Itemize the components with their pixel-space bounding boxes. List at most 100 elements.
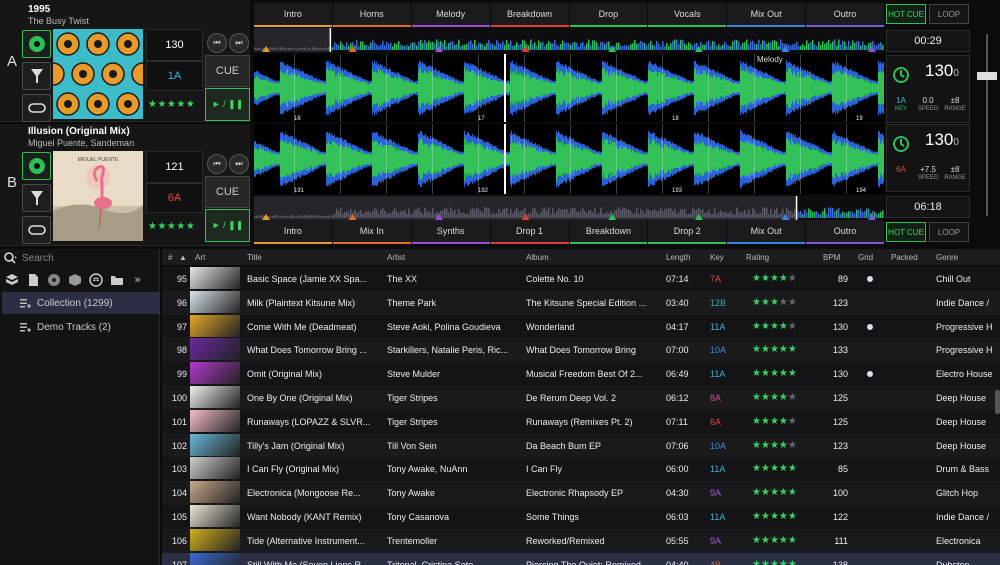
crossfader-handle[interactable] — [977, 72, 997, 80]
table-row[interactable]: 103 I Can Fly (Original Mix) Tony Awake, N… — [162, 457, 1000, 482]
deck-b-cue-5[interactable]: Drop 2 — [648, 220, 727, 244]
cell-rating[interactable]: ★★★★★ — [752, 344, 797, 355]
deck-b-hot-cue-button[interactable]: HOT CUE — [886, 222, 926, 242]
crate-item-0[interactable]: Collection (1299) — [2, 292, 160, 314]
cell-rating[interactable]: ★★★★★ — [752, 535, 797, 546]
column-header-[interactable]: # — [168, 253, 172, 262]
cell-rating[interactable]: ★★★★★ — [752, 559, 797, 565]
table-row[interactable]: 107 Still With Me (Seven Lions R... Triton… — [162, 552, 1000, 565]
more-icon[interactable]: » — [130, 273, 145, 288]
deck-a-speed-cell[interactable]: 0.0 SPEED — [915, 96, 941, 112]
table-row[interactable]: 99 Omit (Original Mix) Steve Mulder Musical… — [162, 362, 1000, 387]
library-search[interactable]: Search — [4, 251, 158, 265]
deck-a-sync-button[interactable] — [890, 64, 912, 86]
deck-a-prev-button[interactable]: ⏮ — [207, 33, 227, 53]
column-header-art[interactable]: Art — [195, 253, 205, 262]
deck-a-overview[interactable] — [254, 28, 884, 52]
crossfader-slider[interactable] — [974, 28, 1000, 222]
deck-b-cue-4[interactable]: Breakdown — [569, 220, 648, 244]
deck-a-range-cell[interactable]: ±8 RANGE — [942, 96, 968, 112]
table-row[interactable]: 102 Tilly's Jam (Original Mix) Till Von Se… — [162, 433, 1000, 458]
deck-b-prev-button[interactable]: ⏮ — [207, 154, 227, 174]
deck-a-cue-1[interactable]: Horns — [332, 3, 411, 27]
deck-b-cue-6[interactable]: Mix Out — [727, 220, 806, 244]
deck-b-waveform[interactable]: 191 192 193 194 — [254, 124, 884, 194]
table-row[interactable]: 106 Tide (Alternative Instrument... Trente… — [162, 528, 1000, 553]
deck-b-cue-1[interactable]: Mix In — [332, 220, 411, 244]
column-header-artist[interactable]: Artist — [387, 253, 405, 262]
music-icon[interactable] — [46, 273, 61, 288]
cell-rating[interactable]: ★★★★★ — [752, 368, 797, 379]
deck-b-overview[interactable] — [254, 196, 884, 220]
table-row[interactable]: 97 Come With Me (Deadmeat) Steve Aoki, Pol… — [162, 314, 1000, 339]
column-header-genre[interactable]: Genre — [936, 253, 958, 262]
deck-a-cue-0[interactable]: Intro — [254, 3, 332, 27]
deck-b-cue-0[interactable]: Intro — [254, 220, 332, 244]
table-row[interactable]: 96 Milk (Plaintext Kitsune Mix) Theme Park… — [162, 290, 1000, 315]
cell-rating[interactable]: ★★★★★ — [752, 392, 797, 403]
deck-a-waveform[interactable]: 16 17 18 19 Melody — [254, 54, 884, 122]
table-row[interactable]: 100 One By One (Original Mix) Tiger Stripe… — [162, 386, 1000, 410]
deck-b-cue-button[interactable]: CUE — [205, 176, 250, 208]
column-header-rating[interactable]: Rating — [746, 253, 769, 262]
folder-icon[interactable] — [109, 273, 124, 288]
cell-rating[interactable]: ★★★★★ — [752, 511, 797, 522]
deck-a-next-button[interactable]: ⏭ — [229, 33, 249, 53]
deck-a-cue-5[interactable]: Vocals — [648, 3, 727, 27]
deck-b-rating[interactable]: ★★★★★ — [148, 221, 195, 232]
deck-a-play-pause-button[interactable]: ► / ❚❚ — [205, 88, 250, 121]
deck-b-key-cell[interactable]: 6A — [888, 165, 914, 174]
deck-a-cue-6[interactable]: Mix Out — [727, 3, 806, 27]
deck-a-cue-2[interactable]: Melody — [411, 3, 490, 27]
deck-a-cue-4[interactable]: Drop — [569, 3, 648, 27]
column-header-grid[interactable]: Grid — [858, 253, 873, 262]
table-row[interactable]: 95 Basic Space (Jamie XX Spa... The XX Cole… — [162, 267, 1000, 291]
streaming-icon[interactable] — [88, 273, 103, 288]
column-header-bpm[interactable]: BPM — [823, 253, 840, 262]
deck-a-loop-button[interactable] — [22, 94, 51, 122]
column-header-length[interactable]: Length — [666, 253, 690, 262]
deck-b-loop-mode-button[interactable]: LOOP — [929, 222, 969, 242]
deck-b-range-cell[interactable]: ±8 RANGE — [942, 165, 968, 181]
deck-a-vinyl-button[interactable] — [22, 30, 51, 58]
deck-a-cue-7[interactable]: Outro — [806, 3, 884, 27]
deck-a-cue-3[interactable]: Breakdown — [490, 3, 569, 27]
collection-icon[interactable] — [4, 273, 19, 288]
cell-rating[interactable]: ★★★★★ — [752, 273, 797, 284]
package-icon[interactable] — [67, 273, 82, 288]
column-header-title[interactable]: Title — [247, 253, 262, 262]
column-header-key[interactable]: Key — [710, 253, 724, 262]
deck-a-hot-cue-button[interactable]: HOT CUE — [886, 4, 926, 24]
deck-b-cue-7[interactable]: Outro — [806, 220, 884, 244]
deck-b-play-pause-button[interactable]: ► / ❚❚ — [205, 209, 250, 242]
sort-ascending-icon[interactable]: ▲ — [179, 253, 187, 262]
cell-rating[interactable]: ★★★★★ — [752, 321, 797, 332]
deck-a-cue-button[interactable]: CUE — [205, 55, 250, 87]
deck-b-vinyl-button[interactable] — [22, 152, 51, 180]
column-header-packed[interactable]: Packed — [891, 253, 918, 262]
deck-a-filter-button[interactable] — [22, 62, 51, 90]
deck-b-loop-button[interactable] — [22, 216, 51, 244]
table-row[interactable]: 104 Electronica (Mongoose Re... Tony Awake… — [162, 481, 1000, 506]
deck-a-loop-mode-button[interactable]: LOOP — [929, 4, 969, 24]
deck-b-filter-button[interactable] — [22, 184, 51, 212]
cell-rating[interactable]: ★★★★★ — [752, 440, 797, 451]
deck-b-next-button[interactable]: ⏭ — [229, 154, 249, 174]
cell-rating[interactable]: ★★★★★ — [752, 416, 797, 427]
deck-a-rating[interactable]: ★★★★★ — [148, 99, 195, 110]
table-scrollbar[interactable] — [995, 390, 1000, 414]
column-header-album[interactable]: Album — [526, 253, 549, 262]
crate-item-1[interactable]: Demo Tracks (2) — [2, 316, 160, 338]
file-icon[interactable] — [25, 273, 40, 288]
deck-b-sync-button[interactable] — [890, 133, 912, 155]
table-row[interactable]: 105 Want Nobody (KANT Remix) Tony Casanova… — [162, 505, 1000, 529]
deck-a-key-cell[interactable]: 1A KEY — [888, 96, 914, 112]
deck-b-cue-3[interactable]: Drop 1 — [490, 220, 569, 244]
cell-rating[interactable]: ★★★★★ — [752, 487, 797, 498]
deck-b-speed-cell[interactable]: +7.5 SPEED — [915, 165, 941, 181]
table-row[interactable]: 101 Runaways (LOPAZZ & SLVR... Tiger Strip… — [162, 409, 1000, 434]
cell-rating[interactable]: ★★★★★ — [752, 463, 797, 474]
cell-rating[interactable]: ★★★★★ — [752, 297, 797, 308]
deck-b-cue-2[interactable]: Synths — [411, 220, 490, 244]
table-row[interactable]: 98 What Does Tomorrow Bring ... Starkiller… — [162, 338, 1000, 363]
